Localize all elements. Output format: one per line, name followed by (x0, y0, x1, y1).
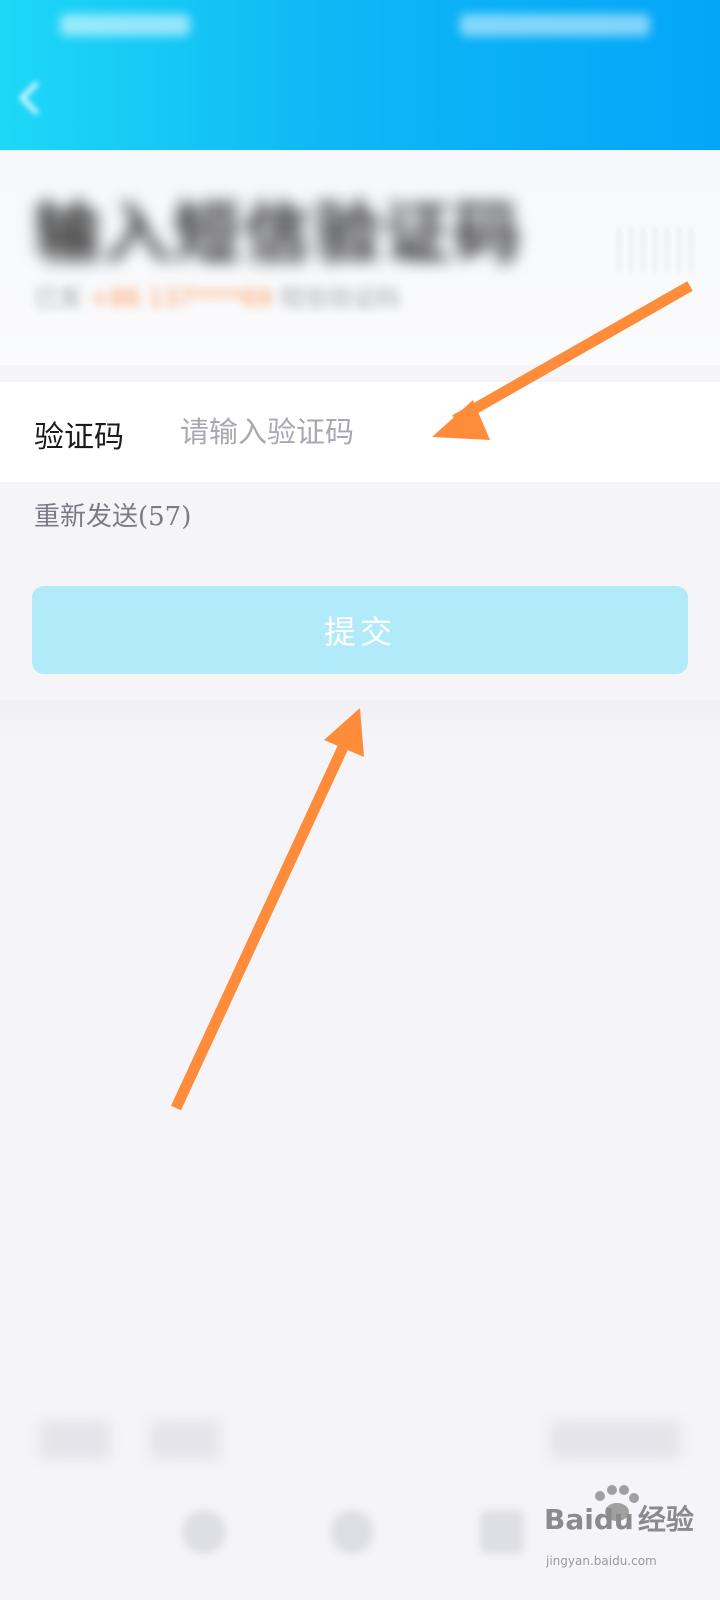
submit-button[interactable]: 提交 (32, 586, 688, 674)
verification-code-input[interactable] (180, 406, 600, 458)
subtitle-suffix: 短信验证码 (279, 284, 400, 312)
footer-item (150, 1420, 220, 1460)
footer-item (40, 1420, 110, 1460)
footer-item (550, 1420, 680, 1460)
watermark-brand-suffix: 经验 (637, 1503, 694, 1536)
nav-recents-icon[interactable] (480, 1510, 524, 1554)
watermark-brand-text: Bai (544, 1503, 594, 1536)
watermark-url: jingyan.baidu.com (546, 1554, 657, 1568)
sms-sent-subtitle: 已发 +86 137****69 短信验证码 (34, 278, 400, 313)
app-header (0, 0, 720, 150)
status-bar (0, 0, 720, 50)
decorative-lines (618, 228, 698, 272)
phone-number: +86 137****69 (89, 284, 273, 312)
status-time (60, 14, 190, 36)
status-icons (460, 14, 650, 36)
nav-home-icon[interactable] (330, 1510, 374, 1554)
divider-shadow (0, 700, 720, 740)
nav-back-icon[interactable] (182, 1510, 226, 1554)
subtitle-prefix: 已发 (34, 284, 82, 312)
page-title: 输入短信验证码 (34, 195, 524, 272)
verification-code-row: 验证码 (0, 382, 720, 482)
resend-code-button[interactable]: 重新发送(57) (34, 496, 191, 533)
back-arrow-icon[interactable] (14, 78, 44, 118)
arrow-to-submit (171, 708, 364, 1111)
verification-code-label: 验证码 (34, 420, 124, 455)
baidu-jingyan-watermark: Baidu 经验 jingyan.baidu.com (544, 1485, 714, 1584)
watermark-brand: Baidu 经验 (544, 1503, 694, 1536)
